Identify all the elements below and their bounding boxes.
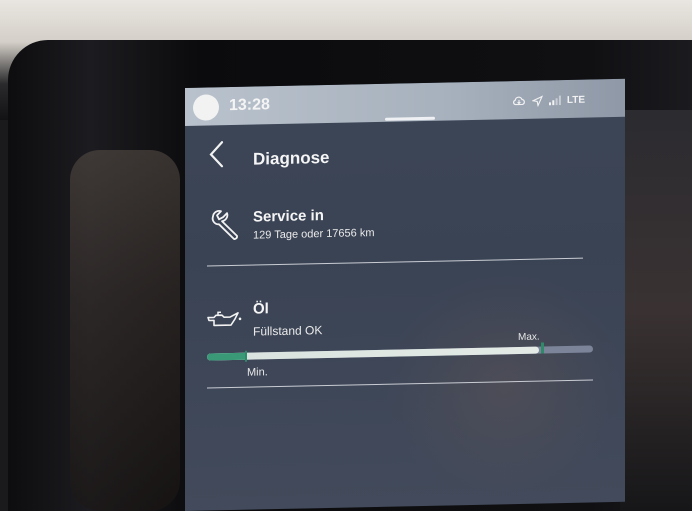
- service-detail: 129 Tage oder 17656 km: [253, 227, 375, 242]
- status-icons: LTE: [512, 94, 585, 108]
- pull-down-handle[interactable]: [385, 116, 435, 121]
- oil-level-min-zone: [207, 352, 245, 361]
- signal-strength-icon: [548, 95, 561, 106]
- min-marker: [245, 350, 247, 362]
- min-label: Min.: [247, 366, 268, 379]
- status-bar[interactable]: 13:28 LTE: [185, 78, 625, 126]
- bezel-right-edge: [620, 110, 692, 511]
- oil-can-icon: [207, 311, 242, 327]
- oil-title: Öl: [253, 300, 269, 318]
- infotainment-screen: 13:28 LTE Diagnose Service in 129 Tage o…: [185, 78, 625, 511]
- screen-reflection: [385, 268, 625, 504]
- wrench-icon: [211, 210, 238, 240]
- profile-icon[interactable]: [193, 94, 219, 121]
- divider: [207, 257, 583, 267]
- page-title: Diagnose: [253, 147, 330, 169]
- chevron-left-icon[interactable]: [207, 139, 227, 169]
- cloud-download-icon: [512, 96, 525, 106]
- bezel-reflection: [70, 150, 180, 511]
- service-title: Service in: [253, 207, 324, 226]
- clock: 13:28: [229, 96, 270, 115]
- max-label: Max.: [518, 331, 540, 344]
- navigation-arrow-icon: [531, 95, 543, 107]
- oil-status: Füllstand OK: [253, 323, 323, 339]
- max-marker: [541, 342, 544, 354]
- network-type: LTE: [566, 94, 585, 106]
